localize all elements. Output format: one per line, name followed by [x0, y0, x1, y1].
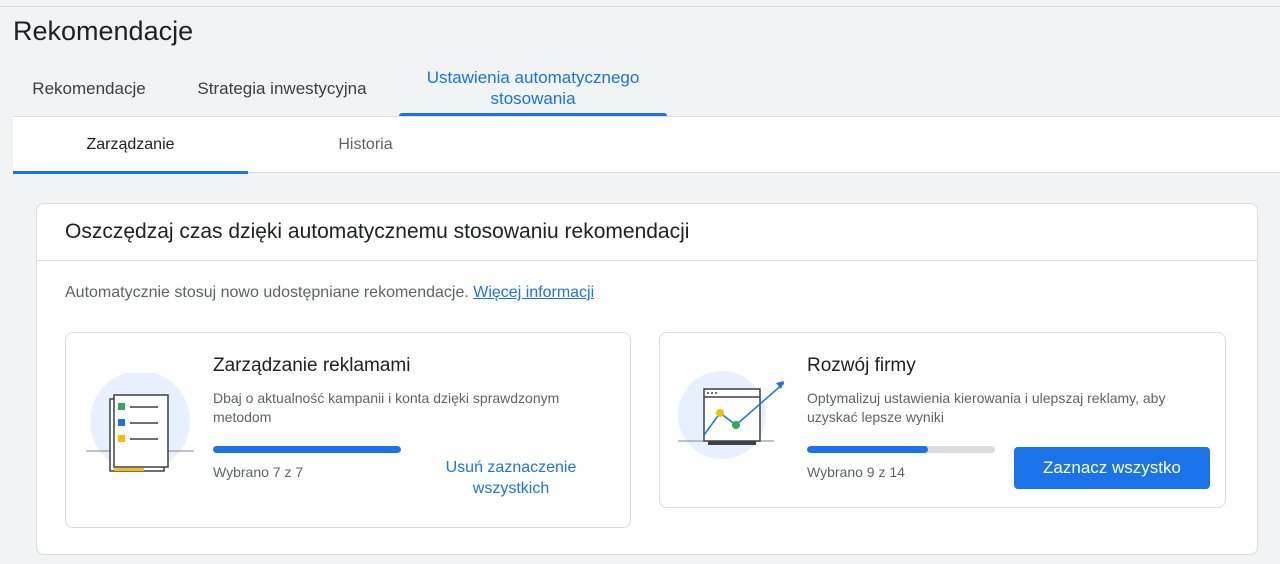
- page-title: Rekomendacje: [13, 16, 194, 46]
- sub-tabs: Zarządzanie Historia: [13, 116, 1280, 174]
- card-description: Automatycznie stosuj nowo udostępniane r…: [65, 284, 595, 301]
- auto-apply-card: Oszczędzaj czas dzięki automatycznemu st…: [36, 203, 1258, 555]
- card-title: Oszczędzaj czas dzięki automatycznemu st…: [37, 204, 1257, 261]
- tab-bid-strategy[interactable]: Strategia inwestycyjna: [165, 60, 399, 116]
- ad-management-progress-fill: [213, 446, 401, 453]
- ad-management-progress: [213, 446, 401, 453]
- top-divider: [0, 6, 1280, 7]
- business-growth-progress: [807, 446, 995, 453]
- business-growth-progress-fill: [807, 446, 928, 453]
- business-growth-card: Rozwój firmy Optymalizuj ustawienia kier…: [659, 332, 1226, 508]
- deselect-all-button[interactable]: Usuń zaznaczenie wszystkich: [438, 457, 584, 499]
- business-growth-description: Optymalizuj ustawienia kierowania i ulep…: [807, 390, 1166, 425]
- checklist-illustration-icon: [84, 371, 196, 473]
- business-growth-count: Wybrano 9 z 14: [807, 464, 905, 480]
- main-tabs: Rekomendacje Strategia inwestycyjna Usta…: [13, 60, 667, 116]
- ad-management-description: Dbaj o aktualność kampanii i konta dzięk…: [213, 390, 560, 425]
- business-growth-title: Rozwój firmy: [807, 355, 916, 376]
- tab-recommendations[interactable]: Rekomendacje: [13, 60, 165, 116]
- ad-management-title: Zarządzanie reklamami: [213, 355, 411, 376]
- more-info-link[interactable]: Więcej informacji: [473, 284, 594, 301]
- growth-chart-illustration-icon: [678, 363, 785, 467]
- ad-management-count: Wybrano 7 z 7: [213, 464, 304, 480]
- ad-management-card: Zarządzanie reklamami Dbaj o aktualność …: [65, 332, 631, 528]
- subtab-history[interactable]: Historia: [248, 117, 483, 173]
- select-all-button[interactable]: Zaznacz wszystko: [1014, 447, 1210, 489]
- tab-auto-apply-settings[interactable]: Ustawienia automatycznego stosowania: [399, 60, 667, 116]
- subtab-management[interactable]: Zarządzanie: [13, 117, 248, 174]
